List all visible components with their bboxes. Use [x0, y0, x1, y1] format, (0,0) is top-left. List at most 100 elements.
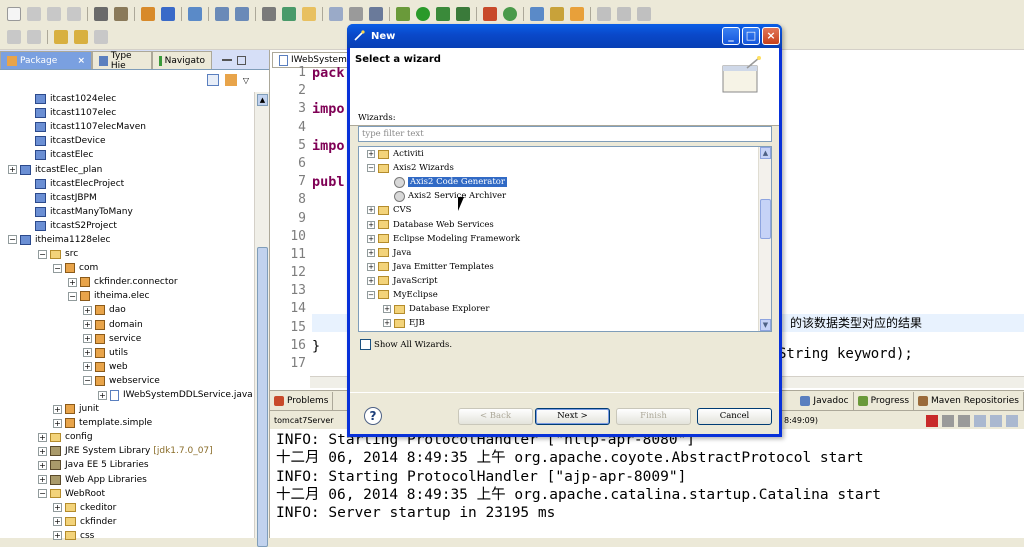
view-menu-icon[interactable]: ▽	[243, 76, 249, 85]
tree-item[interactable]: + utils	[0, 346, 255, 360]
wizard-item[interactable]: + CVS	[359, 203, 771, 217]
tree-item[interactable]: + junit	[0, 402, 255, 416]
cube-icon[interactable]	[161, 7, 175, 21]
browser-icon[interactable]	[188, 7, 202, 21]
expand-icon[interactable]: +	[38, 460, 47, 470]
cancel-button[interactable]: Cancel	[697, 408, 772, 425]
tree-item[interactable]: − WebRoot	[0, 487, 255, 501]
tree-item[interactable]: itcastElec	[0, 148, 255, 162]
next-annotation-icon[interactable]	[7, 30, 21, 44]
minimize-button[interactable]: _	[722, 27, 740, 45]
collapse-icon[interactable]: −	[68, 291, 77, 301]
tree-item[interactable]: + service	[0, 332, 255, 346]
expand-icon[interactable]: +	[367, 262, 375, 271]
show-all-checkbox[interactable]	[360, 339, 371, 350]
expand-icon[interactable]: +	[83, 362, 92, 372]
link-editor-icon[interactable]	[224, 74, 237, 86]
refresh-icon[interactable]	[503, 7, 517, 21]
annotation-icon[interactable]	[597, 7, 611, 21]
expand-icon[interactable]: +	[367, 150, 375, 159]
monitor-icon[interactable]	[369, 7, 383, 21]
server-icon[interactable]	[114, 7, 128, 21]
scroll-lock-icon[interactable]	[990, 415, 1002, 427]
remove-launch-icon[interactable]	[942, 415, 954, 427]
outline-icon[interactable]	[262, 7, 276, 21]
remove-all-icon[interactable]	[958, 415, 970, 427]
minimize-icon[interactable]	[222, 59, 232, 61]
close-button[interactable]: ×	[762, 27, 780, 45]
show-all-wizards[interactable]: Show All Wizards.	[360, 339, 452, 350]
tree-item[interactable]: − webservice	[0, 374, 255, 388]
tab-package-explorer[interactable]: Package ×	[0, 51, 92, 69]
collapse-icon[interactable]: −	[8, 235, 17, 245]
maximize-icon[interactable]	[237, 56, 246, 65]
expand-icon[interactable]: +	[38, 432, 47, 442]
expand-icon[interactable]: +	[83, 348, 92, 358]
tree-item[interactable]: itcastElecProject	[0, 177, 255, 191]
tree-item[interactable]: + Java EE 5 Libraries	[0, 458, 255, 472]
wizard-item[interactable]: Axis2 Code Generator	[359, 175, 771, 189]
expand-icon[interactable]: +	[383, 305, 391, 314]
scroll-up-icon[interactable]: ▲	[257, 94, 268, 106]
wizard-item[interactable]: + Java	[359, 246, 771, 260]
expand-icon[interactable]: +	[38, 475, 47, 485]
maximize-button[interactable]: □	[742, 27, 760, 45]
tree-item[interactable]: + ckfinder	[0, 515, 255, 529]
wizard-item[interactable]: Axis2 Service Archiver	[359, 189, 771, 203]
collapse-icon[interactable]: −	[83, 376, 92, 386]
expand-icon[interactable]: +	[53, 418, 62, 428]
collapse-icon[interactable]: −	[367, 290, 375, 299]
image-icon[interactable]	[329, 7, 343, 21]
expand-icon[interactable]: +	[53, 531, 62, 541]
last-edit-icon[interactable]	[54, 30, 68, 44]
tree-item[interactable]: itcastS2Project	[0, 219, 255, 233]
expand-icon[interactable]: +	[367, 234, 375, 243]
package-icon[interactable]	[141, 7, 155, 21]
wizard-item[interactable]: − Axis2 Wizards	[359, 161, 771, 175]
collapse-icon[interactable]: −	[53, 263, 62, 273]
wizard-tree[interactable]: + Activiti − Axis2 Wizards Axis2 Code Genera…	[358, 146, 772, 332]
expand-icon[interactable]: +	[38, 446, 47, 456]
new-file-icon[interactable]	[7, 7, 21, 21]
filter-input[interactable]: type filter text	[358, 126, 772, 142]
pencil-icon[interactable]	[617, 7, 631, 21]
tree-item[interactable]: − itheima.elec	[0, 289, 255, 303]
open-type-icon[interactable]	[530, 7, 544, 21]
expand-icon[interactable]: +	[53, 517, 62, 527]
finish-button[interactable]: Finish	[616, 408, 691, 425]
tree-item[interactable]: + IWebSystemDDLService.java	[0, 388, 255, 402]
expand-icon[interactable]: +	[8, 165, 17, 175]
tree-item[interactable]: + ckfinder.connector	[0, 275, 255, 289]
wizard-scroll-thumb[interactable]	[760, 199, 771, 239]
folder-icon[interactable]	[302, 7, 316, 21]
tree-item[interactable]: + dao	[0, 303, 255, 317]
back-icon[interactable]	[74, 30, 88, 44]
tab-progress[interactable]: Progress	[854, 391, 915, 410]
tree-item[interactable]: + css	[0, 529, 255, 543]
expand-icon[interactable]: +	[367, 276, 375, 285]
tree-item[interactable]: itcastJBPM	[0, 191, 255, 205]
wizard-item[interactable]: + JavaScript	[359, 274, 771, 288]
console-output[interactable]: INFO: Starting ProtocolHandler ["http-ap…	[276, 431, 881, 522]
tree-item[interactable]: + itcastElec_plan	[0, 162, 255, 176]
palette-icon[interactable]	[570, 7, 584, 21]
prev-annotation-icon[interactable]	[27, 30, 41, 44]
wizard-item[interactable]: + Java Emitter Templates	[359, 260, 771, 274]
next-button[interactable]: Next >	[535, 408, 610, 425]
deploy-icon[interactable]	[94, 7, 108, 21]
save-icon[interactable]	[27, 7, 41, 21]
explorer-scrollbar[interactable]: ▲	[254, 92, 269, 547]
tree-item[interactable]: + config	[0, 430, 255, 444]
expand-icon[interactable]: +	[367, 220, 375, 229]
wizard-item[interactable]: + Activiti	[359, 147, 771, 161]
external-tools-icon[interactable]	[456, 7, 470, 21]
debug-icon[interactable]	[396, 7, 410, 21]
expand-icon[interactable]: +	[367, 248, 375, 257]
collapse-icon[interactable]: −	[38, 489, 47, 499]
tree-item[interactable]: + ckeditor	[0, 501, 255, 515]
tree-item[interactable]: + JRE System Library [jdk1.7.0_07]	[0, 444, 255, 458]
dialog-titlebar[interactable]: New _ □ ×	[347, 24, 782, 48]
globe-icon[interactable]	[282, 7, 296, 21]
grid-icon[interactable]	[483, 7, 497, 21]
tree-item[interactable]: − src	[0, 247, 255, 261]
